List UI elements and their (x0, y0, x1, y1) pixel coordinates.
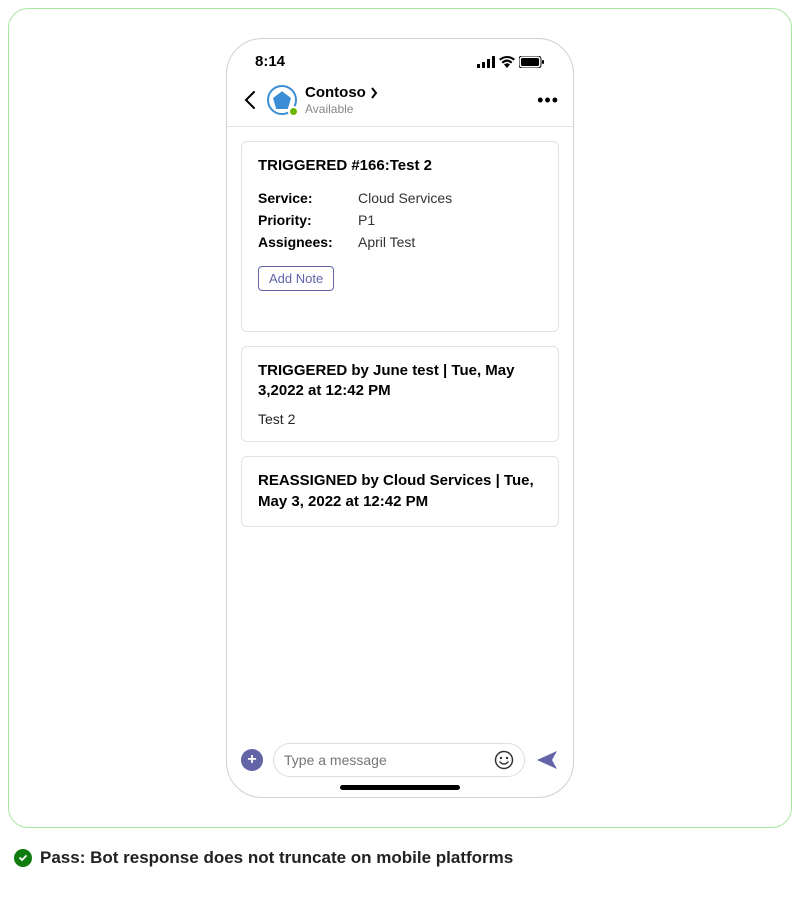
kv-val: Cloud Services (358, 187, 452, 209)
presence-indicator (288, 106, 299, 117)
kv-key: Service: (258, 187, 358, 209)
wifi-icon (499, 56, 515, 68)
caption: Pass: Bot response does not truncate on … (0, 836, 800, 868)
message-input[interactable] (284, 752, 486, 768)
card-triggered-by: TRIGGERED by June test | Tue, May 3,2022… (241, 346, 559, 443)
more-icon[interactable]: ••• (537, 90, 559, 111)
card-body: Test 2 (258, 411, 542, 427)
kv-val: P1 (358, 209, 375, 231)
kv-row: Priority: P1 (258, 209, 542, 231)
card-title: TRIGGERED #166:Test 2 (258, 156, 542, 176)
chat-header: Contoso Available ••• (227, 78, 573, 127)
header-subtitle: Available (305, 102, 529, 116)
plus-button[interactable]: + (241, 749, 263, 771)
kv-key: Priority: (258, 209, 358, 231)
kv-row: Service: Cloud Services (258, 187, 542, 209)
status-time: 8:14 (255, 53, 285, 70)
home-indicator (340, 785, 460, 790)
kv-val: April Test (358, 231, 415, 253)
status-indicators (477, 56, 545, 68)
cellular-icon (477, 56, 495, 68)
kv-row: Assignees: April Test (258, 231, 542, 253)
kv-key: Assignees: (258, 231, 358, 253)
battery-icon (519, 56, 545, 68)
screenshot-frame: 8:14 Contoso Available ••• (8, 8, 792, 828)
phone-device: 8:14 Contoso Available ••• (226, 38, 574, 798)
add-note-button[interactable]: Add Note (258, 266, 334, 291)
card-title: TRIGGERED by June test | Tue, May 3,2022… (258, 361, 542, 402)
header-title: Contoso (305, 84, 366, 102)
card-triggered: TRIGGERED #166:Test 2 Service: Cloud Ser… (241, 141, 559, 331)
message-input-wrap[interactable] (273, 743, 525, 777)
card-reassigned: REASSIGNED by Cloud Services | Tue, May … (241, 456, 559, 527)
chevron-right-icon (370, 87, 378, 99)
send-icon[interactable] (535, 748, 559, 772)
emoji-icon[interactable] (494, 750, 514, 770)
status-bar: 8:14 (227, 39, 573, 78)
avatar[interactable] (267, 85, 297, 115)
caption-text: Pass: Bot response does not truncate on … (40, 848, 513, 868)
card-title: REASSIGNED by Cloud Services | Tue, May … (258, 471, 542, 512)
messages-area: TRIGGERED #166:Test 2 Service: Cloud Ser… (227, 127, 573, 733)
header-text[interactable]: Contoso Available (305, 84, 529, 116)
pass-check-icon (14, 849, 32, 867)
back-icon[interactable] (241, 91, 259, 109)
